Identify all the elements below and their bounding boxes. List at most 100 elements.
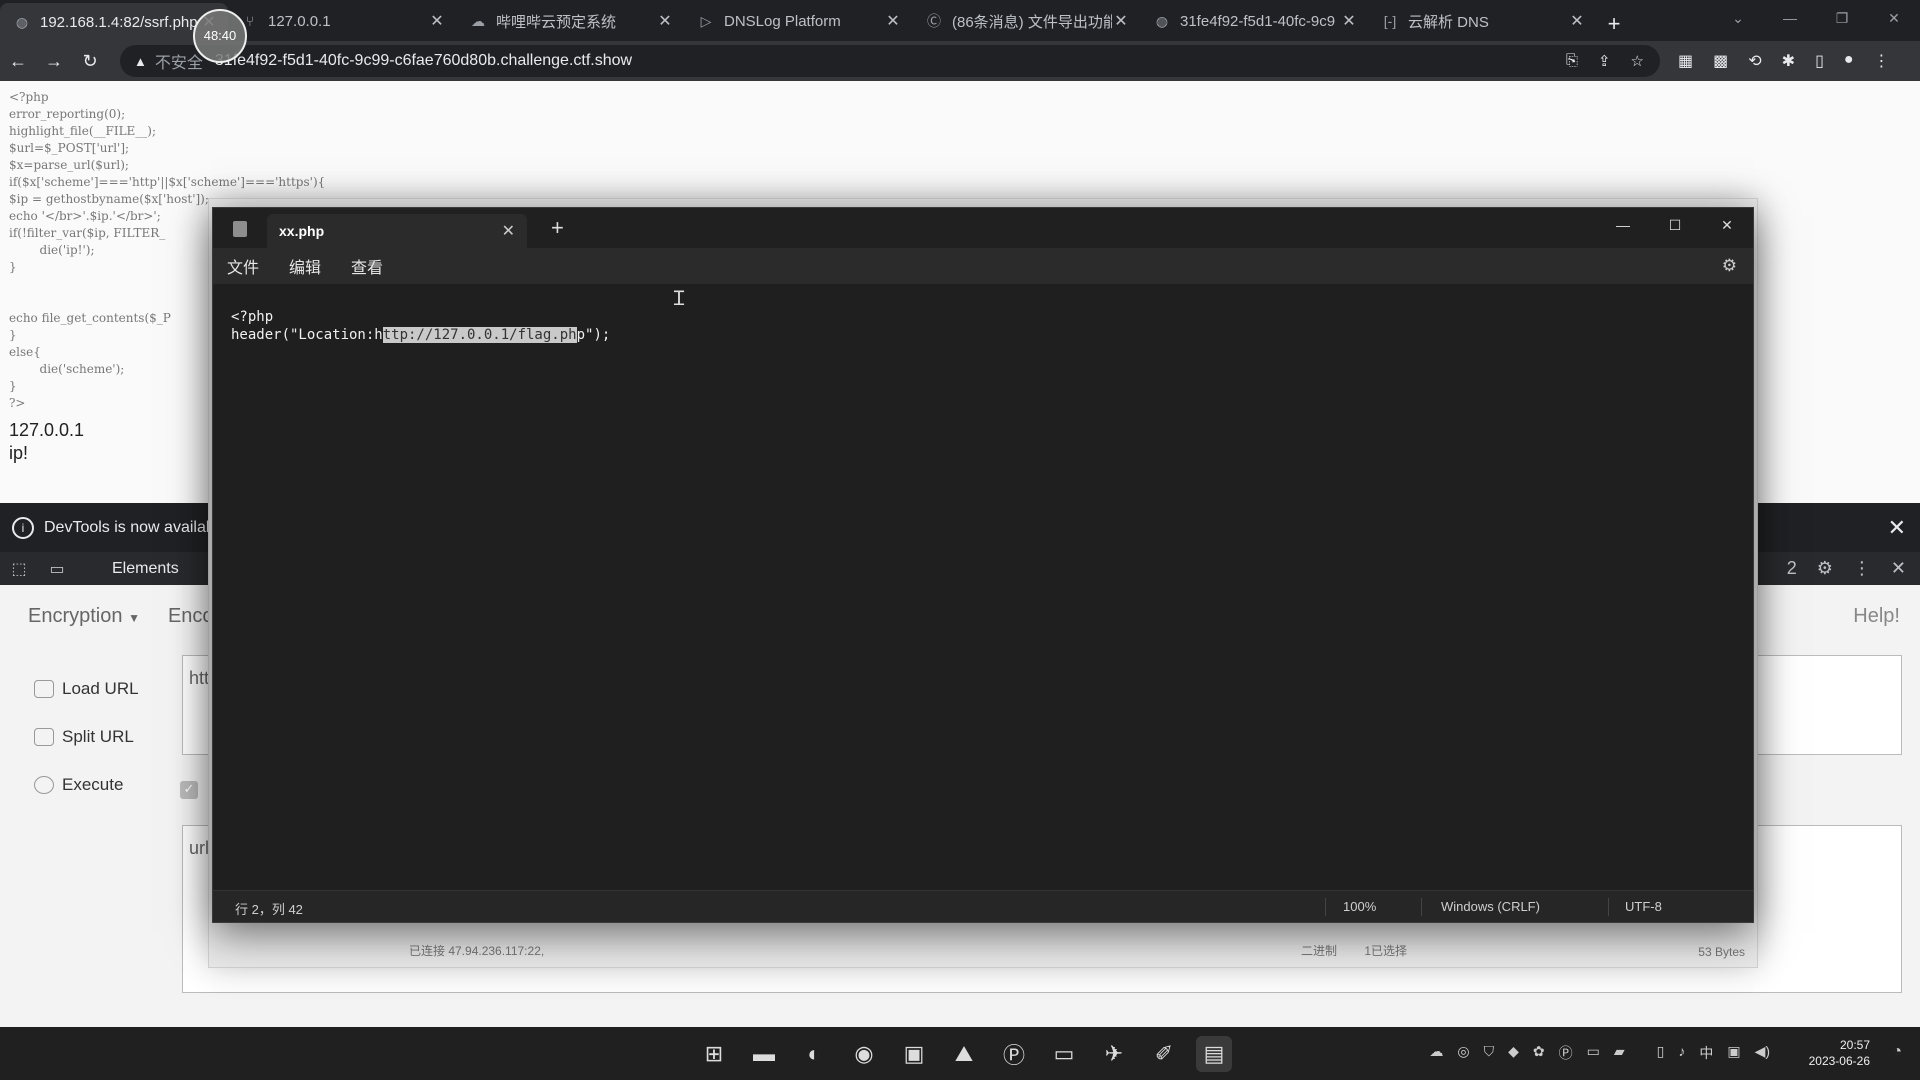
menu-file[interactable]: 文件 xyxy=(227,254,259,278)
network-icon[interactable]: ▣ xyxy=(1727,1043,1740,1063)
new-tab-button[interactable]: + xyxy=(551,215,564,241)
notepad-editor[interactable]: <?php header("Location:http://127.0.0.1/… xyxy=(213,284,1753,878)
notepad-titlebar: xx.php ✕ + — ☐ ✕ xyxy=(213,208,1753,248)
tab-dns[interactable]: [-] 云解析 DNS ✕ xyxy=(1368,4,1596,38)
line-ending[interactable]: Windows (CRLF) xyxy=(1441,899,1540,914)
extension-icon[interactable]: ▦ xyxy=(1678,51,1693,71)
new-tab-button[interactable]: + xyxy=(1596,7,1632,41)
issues-count[interactable]: 2 xyxy=(1787,558,1797,579)
bird-icon[interactable]: ✈ xyxy=(1096,1036,1132,1072)
split-url-button[interactable]: Split URL xyxy=(34,713,139,761)
notification-icon[interactable]: ◔ xyxy=(1892,1043,1902,1061)
notepad-window-controls: — ☐ ✕ xyxy=(1597,208,1753,242)
close-window-button[interactable]: ✕ xyxy=(1868,0,1920,36)
close-icon[interactable]: ✕ xyxy=(1340,11,1358,31)
execute-button[interactable]: Execute xyxy=(34,761,139,809)
app-icon[interactable]: ◆ xyxy=(1508,1043,1519,1063)
camera-icon[interactable]: ◎ xyxy=(1457,1043,1469,1063)
inspect-icon[interactable]: ⬚ xyxy=(0,559,38,579)
p-tray-icon[interactable]: Ⓟ xyxy=(1559,1043,1573,1063)
menu-edit[interactable]: 编辑 xyxy=(289,254,321,278)
tab-localhost[interactable]: ⑂ 127.0.0.1 ✕ xyxy=(228,4,456,38)
menu-view[interactable]: 查看 xyxy=(351,254,383,278)
minimize-button[interactable]: — xyxy=(1597,208,1649,242)
maximize-button[interactable]: ❐ xyxy=(1816,0,1868,36)
close-icon[interactable]: ✕ xyxy=(502,221,515,241)
bracket-icon: [-] xyxy=(1383,13,1397,29)
notepad-icon xyxy=(233,221,247,237)
refresh-ext-icon[interactable]: ⟲ xyxy=(1748,51,1761,71)
devtools-banner-text: DevTools is now availal xyxy=(44,518,210,536)
menu-encoding[interactable]: Enco xyxy=(168,605,214,628)
device-toggle-icon[interactable]: ▭ xyxy=(38,559,76,579)
recording-timer: 48:40 xyxy=(193,9,247,63)
close-window-button[interactable]: ✕ xyxy=(1701,208,1753,242)
close-icon[interactable]: ✕ xyxy=(1888,515,1906,541)
folder-icon[interactable]: ▬ xyxy=(746,1036,782,1072)
close-icon[interactable]: ✕ xyxy=(656,11,674,31)
close-icon[interactable]: ✕ xyxy=(1568,11,1586,31)
cloud-icon[interactable]: ☁ xyxy=(1429,1043,1443,1063)
minimize-button[interactable]: — xyxy=(1764,0,1816,36)
address-bar[interactable]: ▲ 不安全 31fe4f92-f5d1-40fc-9c99-c6fae760d8… xyxy=(120,45,1660,77)
tab-challenge[interactable]: ◍ 31fe4f92-f5d1-40fc-9c9 ✕ xyxy=(1140,4,1368,38)
back-button[interactable]: ← xyxy=(0,51,36,72)
photos-icon[interactable]: ⛰ xyxy=(946,1036,982,1072)
gear-icon[interactable]: ⚙ xyxy=(1817,558,1833,579)
tab-booking[interactable]: ☁ 哔哩哔云预定系统 ✕ xyxy=(456,4,684,38)
source-line: <?php xyxy=(9,90,49,104)
clock[interactable]: 20:57 2023-06-26 xyxy=(1809,1037,1870,1069)
screen: ◍192.168.1.4:82/ssrf.php✕ ⑂127.0.0.1✕ ☁哔… xyxy=(0,0,1920,1080)
translate-icon[interactable]: ⎘ xyxy=(1566,52,1578,70)
zoom-level[interactable]: 100% xyxy=(1343,899,1376,914)
p-app-icon[interactable]: Ⓟ xyxy=(996,1036,1032,1072)
more-icon[interactable]: ⋮ xyxy=(1853,558,1871,579)
forward-button[interactable]: → xyxy=(36,51,72,72)
tab-elements[interactable]: Elements xyxy=(112,560,179,578)
mic-icon[interactable]: ♪ xyxy=(1678,1043,1685,1063)
edge-icon[interactable]: ◐ xyxy=(796,1036,832,1072)
date: 2023-06-26 xyxy=(1808,1054,1870,1068)
windows-icon[interactable]: ⊞ xyxy=(696,1036,732,1072)
menu-encryption[interactable]: Encryption ▼ xyxy=(28,605,140,628)
notepad-icon[interactable]: ▤ xyxy=(1196,1036,1232,1072)
close-icon[interactable]: ✕ xyxy=(428,11,446,31)
shield-icon[interactable]: ⛉ xyxy=(1484,1043,1495,1063)
tab-search-icon[interactable]: ⌄ xyxy=(1712,0,1764,36)
load-url-button[interactable]: Load URL xyxy=(34,665,139,713)
chrome-icon[interactable]: ◉ xyxy=(846,1036,882,1072)
tab-title: 云解析 DNS xyxy=(1408,13,1489,31)
share-icon[interactable]: ⇪ xyxy=(1598,52,1611,70)
tab-dnslog[interactable]: ▷ DNSLog Platform ✕ xyxy=(684,4,912,38)
paw-icon[interactable]: ✿ xyxy=(1533,1043,1545,1063)
display-icon[interactable]: ▭ xyxy=(1587,1043,1600,1063)
ime-indicator[interactable]: 中 xyxy=(1699,1043,1713,1063)
post-data-checkbox[interactable]: ✓ xyxy=(180,781,198,799)
help-button[interactable]: Help! xyxy=(1853,605,1900,628)
fish-icon[interactable]: ✐ xyxy=(1146,1036,1182,1072)
close-icon[interactable]: ✕ xyxy=(884,11,902,31)
qr-icon[interactable]: ▩ xyxy=(1713,51,1728,71)
system-tray: ☁ ◎ ⛉ ◆ ✿ Ⓟ ▭ ▰ ▯ ♪ 中 ▣ ◀) xyxy=(1429,1043,1770,1063)
menu-icon[interactable]: ⋮ xyxy=(1874,51,1890,71)
usb-icon[interactable]: ▯ xyxy=(1657,1043,1665,1063)
maximize-button[interactable]: ☐ xyxy=(1649,208,1701,242)
notepad-tab[interactable]: xx.php ✕ xyxy=(267,214,527,248)
sidepanel-icon[interactable]: ▯ xyxy=(1815,51,1824,71)
volume-icon[interactable]: ◀) xyxy=(1755,1043,1770,1063)
puzzle-icon[interactable]: ✱ xyxy=(1782,51,1795,71)
terminal-icon[interactable]: ▭ xyxy=(1046,1036,1082,1072)
encoding[interactable]: UTF-8 xyxy=(1625,899,1662,914)
chat-icon[interactable]: ▰ xyxy=(1614,1043,1625,1063)
notepad-tab-title: xx.php xyxy=(279,223,325,239)
csdn-icon: Ⓒ xyxy=(927,13,941,29)
gear-icon[interactable]: ⚙ xyxy=(1722,256,1737,276)
box-icon[interactable]: ▣ xyxy=(896,1036,932,1072)
button-label: Load URL xyxy=(62,679,139,698)
profile-icon[interactable]: ● xyxy=(1844,51,1854,71)
close-icon[interactable]: ✕ xyxy=(1891,558,1906,579)
star-icon[interactable]: ☆ xyxy=(1631,52,1644,70)
tab-csdn[interactable]: Ⓒ (86条消息) 文件导出功能 ✕ xyxy=(912,4,1140,38)
reload-button[interactable]: ↻ xyxy=(72,51,108,72)
close-icon[interactable]: ✕ xyxy=(1112,11,1130,31)
